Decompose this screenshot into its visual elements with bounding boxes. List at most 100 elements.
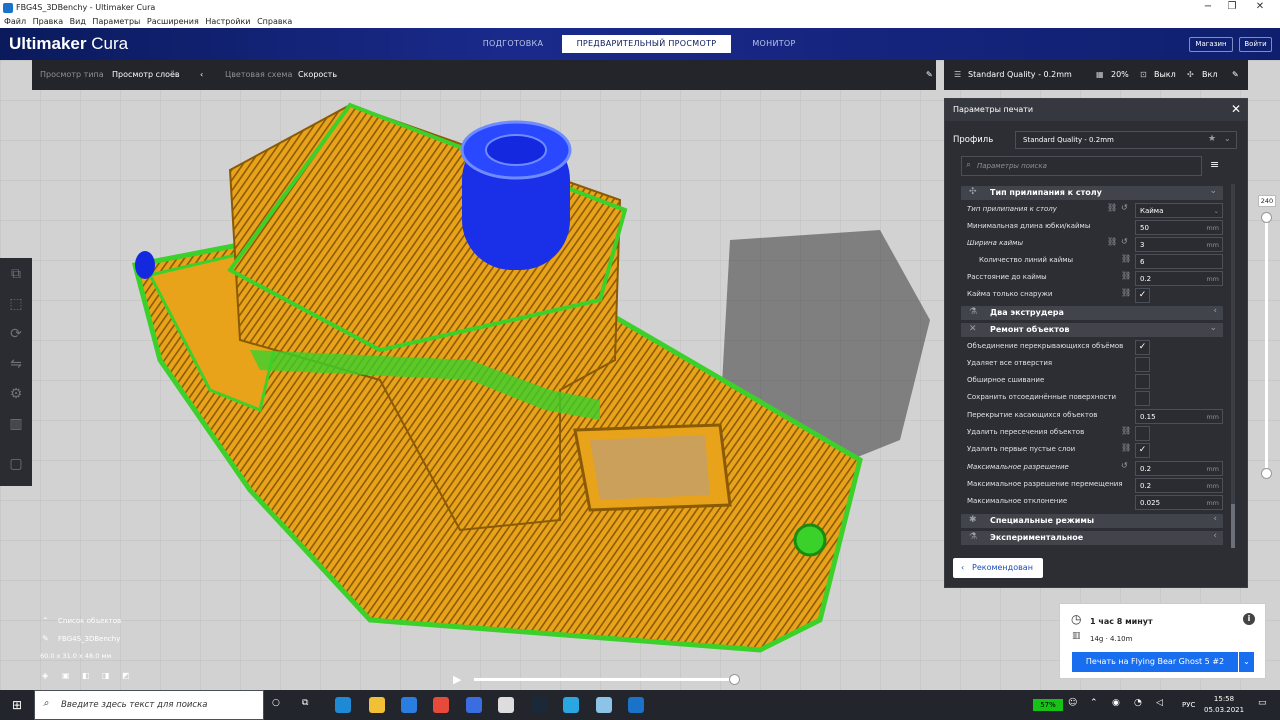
color-scheme-select[interactable]: Скорость — [298, 70, 337, 79]
battery-indicator[interactable]: 57% — [1033, 699, 1063, 711]
stage-prepare[interactable]: ПОДГОТОВКА — [470, 35, 556, 53]
layer-slider-top-handle[interactable] — [1261, 212, 1272, 223]
menu-extensions[interactable]: Расширения — [147, 17, 199, 26]
category-special-modes[interactable]: ✱ Специальные режимы ‹ — [961, 514, 1223, 528]
skirt-min-length-input[interactable]: 50 mm — [1135, 220, 1223, 235]
taskbar-search[interactable]: ⌕ Введите здесь текст для поиска — [34, 690, 264, 720]
front-view-icon[interactable]: ▣ — [62, 671, 70, 680]
person-icon[interactable]: ☺ — [1068, 698, 1077, 708]
store-icon[interactable] — [401, 697, 417, 713]
reset-icon[interactable]: ↺ — [1121, 237, 1128, 246]
print-setup-bar[interactable]: ☰ Standard Quality - 0.2mm ▦ 20% ⊡ Выкл … — [944, 60, 1248, 90]
max-resolution-input[interactable]: 0.2 mm — [1135, 461, 1223, 476]
max-travel-resolution-input[interactable]: 0.2 mm — [1135, 478, 1223, 493]
union-volumes-checkbox[interactable]: ✓ — [1135, 340, 1150, 355]
right-view-icon[interactable]: ◩ — [122, 671, 130, 680]
path-timeline[interactable] — [474, 674, 740, 685]
support-blocker-icon[interactable]: ▥ — [8, 416, 24, 432]
info-icon[interactable]: i — [1243, 613, 1255, 625]
adhesion-type-select[interactable]: Кайма ⌄ — [1135, 203, 1223, 218]
brim-distance-input[interactable]: 0.2 mm — [1135, 271, 1223, 286]
play-icon[interactable]: ▶ — [453, 673, 465, 686]
edge-icon[interactable] — [335, 697, 351, 713]
remove-holes-checkbox[interactable] — [1135, 357, 1150, 372]
layer-slider-track[interactable] — [1261, 212, 1272, 479]
cube-view-icon[interactable]: ◈ — [42, 671, 48, 680]
close-icon[interactable]: ✕ — [1231, 102, 1241, 116]
menu-icon[interactable]: ≡ — [1210, 158, 1219, 171]
wifi-icon[interactable]: ◔ — [1134, 698, 1142, 708]
setup-infill[interactable]: 20% — [1111, 70, 1129, 79]
brim-outside-checkbox[interactable]: ✓ — [1135, 288, 1150, 303]
menu-edit[interactable]: Правка — [33, 17, 63, 26]
tray-chevron-icon[interactable]: ⌃ — [1090, 698, 1098, 708]
reset-icon[interactable]: ↺ — [1121, 203, 1128, 212]
top-view-icon[interactable]: ◧ — [82, 671, 90, 680]
category-mesh-fixes[interactable]: ✕ Ремонт объектов ⌄ — [961, 323, 1223, 337]
scale-tool-icon[interactable]: ⬚ — [8, 296, 24, 312]
marketplace-button[interactable]: Магазин — [1189, 37, 1233, 52]
close-button[interactable]: ✕ — [1240, 0, 1280, 16]
pencil-icon[interactable]: ✎ — [926, 70, 933, 79]
category-adhesion[interactable]: ✣ Тип прилипания к столу ⌄ — [961, 186, 1223, 200]
edit-pencil-icon[interactable]: ✎ — [1232, 70, 1239, 79]
clock-date[interactable]: 05.03.2021 — [1204, 706, 1244, 714]
clock-time[interactable]: 15:58 — [1207, 695, 1241, 703]
view-type-select[interactable]: Просмотр слоёв — [112, 70, 180, 79]
rotate-tool-icon[interactable]: ⟳ — [8, 326, 24, 342]
left-view-icon[interactable]: ◨ — [102, 671, 110, 680]
telegram-icon[interactable] — [563, 697, 579, 713]
stage-preview[interactable]: ПРЕДВАРИТЕЛЬНЫЙ ПРОСМОТР — [562, 35, 731, 53]
cortana-icon[interactable]: ○ — [272, 698, 280, 708]
settings-scrollbar[interactable] — [1231, 184, 1235, 548]
task-view-icon[interactable]: ⧉ — [302, 698, 308, 708]
print-button[interactable]: Печать на Flying Bear Ghost 5 #2 — [1072, 652, 1238, 672]
category-dual-extrusion[interactable]: ⚗ Два экструдера ‹ — [961, 306, 1223, 320]
settings-search-input[interactable]: ⌕ Параметры поиска — [961, 156, 1202, 176]
setup-support[interactable]: Выкл — [1154, 70, 1176, 79]
timeline-handle[interactable] — [729, 674, 740, 685]
per-model-settings-icon[interactable]: ⚙ — [8, 386, 24, 402]
remove-intersections-checkbox[interactable] — [1135, 426, 1150, 441]
max-deviation-input[interactable]: 0.025 mm — [1135, 495, 1223, 510]
cura-taskbar-icon[interactable] — [628, 697, 644, 713]
volume-icon[interactable]: ◁ — [1156, 698, 1163, 708]
reset-icon[interactable]: ↺ — [1121, 461, 1128, 470]
recommended-button[interactable]: ‹ Рекомендован — [953, 558, 1043, 578]
notifications-icon[interactable]: ▭ — [1258, 698, 1267, 708]
object-list-title[interactable]: Список объектов — [58, 617, 121, 625]
windows-start-icon[interactable]: ⊞ — [12, 698, 22, 712]
slicer-icon[interactable] — [596, 697, 612, 713]
paint-icon[interactable] — [466, 697, 482, 713]
star-icon[interactable]: ★ — [1208, 134, 1216, 144]
menu-settings[interactable]: Параметры — [92, 17, 140, 26]
menu-view[interactable]: Вид — [70, 17, 86, 26]
extensive-stitching-checkbox[interactable] — [1135, 374, 1150, 389]
move-tool-icon[interactable]: ⧉ — [8, 266, 24, 282]
remove-empty-layers-checkbox[interactable]: ✓ — [1135, 443, 1150, 458]
steam-icon[interactable] — [531, 697, 547, 713]
print-dropdown-chevron-icon[interactable]: ⌄ — [1239, 652, 1254, 672]
layer-slider-bottom-handle[interactable] — [1261, 468, 1272, 479]
stage-monitor[interactable]: МОНИТОР — [740, 35, 808, 53]
input-language[interactable]: РУС — [1182, 701, 1195, 709]
menu-file[interactable]: Файл — [4, 17, 26, 26]
network-icon[interactable]: ◉ — [1112, 698, 1120, 708]
keep-disconnected-checkbox[interactable] — [1135, 391, 1150, 406]
menu-help[interactable]: Справка — [257, 17, 292, 26]
overlap-input[interactable]: 0.15 mm — [1135, 409, 1223, 424]
collapse-chevron-icon[interactable]: ‹ — [200, 70, 203, 79]
brim-lines-input[interactable]: 6 — [1135, 254, 1223, 269]
trash-icon[interactable]: ▢ — [8, 456, 24, 472]
category-experimental[interactable]: ⚗ Экспериментальное ‹ — [961, 531, 1223, 545]
chevron-up-icon[interactable]: ⌃ — [42, 616, 49, 625]
layer-number-input[interactable]: 240 — [1258, 195, 1276, 207]
signin-button[interactable]: Войти — [1239, 37, 1272, 52]
mail-icon[interactable] — [498, 697, 514, 713]
scrollbar-thumb[interactable] — [1231, 504, 1235, 548]
chrome-icon[interactable] — [433, 697, 449, 713]
brim-width-input[interactable]: 3 mm — [1135, 237, 1223, 252]
mirror-tool-icon[interactable]: ⇋ — [8, 356, 24, 372]
explorer-icon[interactable] — [369, 697, 385, 713]
setup-adhesion[interactable]: Вкл — [1202, 70, 1217, 79]
